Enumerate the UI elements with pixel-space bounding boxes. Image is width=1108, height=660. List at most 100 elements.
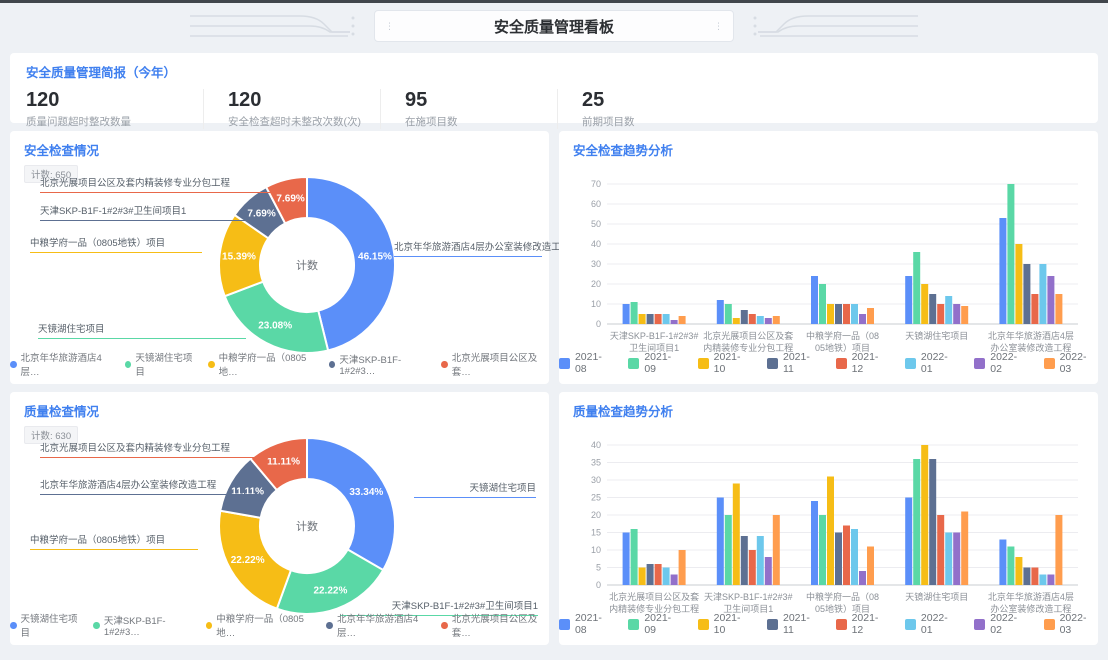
safety-pie-legend: 北京年华旅游酒店4层… 天镜湖住宅项目中粮学府一品（0805地… 天津SKP-B1F… <box>10 350 549 378</box>
bar <box>733 484 740 586</box>
legend-swatch <box>1044 358 1055 369</box>
legend-item[interactable]: 2021-11 <box>767 351 821 375</box>
kpi-label: 质量问题超时整改数量 <box>26 114 203 129</box>
bar <box>961 306 968 324</box>
legend-dot <box>441 622 448 629</box>
bar <box>867 547 874 586</box>
legend-dot <box>206 622 213 629</box>
bar <box>851 304 858 324</box>
legend-label: 天镜湖住宅项目 <box>21 611 83 639</box>
legend-item[interactable]: 2021-09 <box>628 351 682 375</box>
y-axis-tick: 0 <box>596 580 601 590</box>
legend-label: 2021-12 <box>852 351 890 375</box>
bar <box>999 540 1006 586</box>
legend-item[interactable]: 2021-10 <box>698 612 752 636</box>
summary-title: 安全质量管理简报（今年） <box>26 62 1082 81</box>
legend-item[interactable]: 2022-01 <box>905 612 959 636</box>
legend-dot <box>125 361 132 368</box>
title-deco-dots-left: ⋮ <box>385 22 394 31</box>
bar <box>631 302 638 324</box>
legend-label: 天津SKP-B1F-1#2#3… <box>339 352 430 377</box>
pie-percent-label: 23.08% <box>258 321 292 332</box>
bar <box>1055 294 1062 324</box>
kpi-value: 120 <box>26 89 203 111</box>
legend-item[interactable]: 2021-08 <box>559 612 613 636</box>
legend-item[interactable]: 2021-10 <box>698 351 752 375</box>
bar <box>623 304 630 324</box>
bar <box>773 316 780 324</box>
safety-trend-chart: 010203040506070天津SKP-B1F-1#2#3#卫生间项目1北京光… <box>573 159 1082 360</box>
kpi-label: 在施项目数 <box>405 114 557 129</box>
pie-callout-label: 中粮学府一品（0805地铁）项目 <box>30 237 202 253</box>
bar <box>741 536 748 585</box>
bar <box>647 564 654 585</box>
y-axis-tick: 60 <box>591 199 601 209</box>
panel-title: 安全检查趋势分析 <box>573 140 1084 159</box>
y-axis-tick: 15 <box>591 528 601 538</box>
legend-swatch <box>767 358 778 369</box>
legend-item[interactable]: 北京光展项目公区及套… <box>441 611 549 639</box>
bar <box>953 304 960 324</box>
y-axis-tick: 30 <box>591 259 601 269</box>
legend-item[interactable]: 2022-02 <box>974 612 1028 636</box>
legend-item[interactable]: 北京年华旅游酒店4层… <box>326 611 430 639</box>
legend-item[interactable]: 天津SKP-B1F-1#2#3… <box>329 352 430 377</box>
legend-label: 2022-03 <box>1060 351 1098 375</box>
bar <box>647 314 654 324</box>
bar <box>655 564 662 585</box>
y-axis-tick: 5 <box>596 563 601 573</box>
legend-item[interactable]: 2021-09 <box>628 612 682 636</box>
kpi-value: 25 <box>582 89 734 111</box>
safety-inspection-pie-panel: 安全检查情况 计数: 650 46.15%23.08%15.39%7.69%7.… <box>10 131 549 384</box>
legend-swatch <box>836 358 847 369</box>
legend-label: 北京光展项目公区及套… <box>452 611 549 639</box>
bar <box>671 320 678 324</box>
legend-swatch <box>767 619 778 630</box>
x-axis-label: 天镜湖住宅项目 <box>905 591 968 602</box>
legend-item[interactable]: 中粮学府一品（0805地… <box>206 611 316 639</box>
dashboard-header: ⋮ 安全质量管理看板 ⋮ <box>0 3 1108 49</box>
pie-percent-label: 7.69% <box>247 209 275 220</box>
bar <box>765 557 772 585</box>
legend-item[interactable]: 2021-08 <box>559 351 613 375</box>
bar <box>859 571 866 585</box>
legend-item[interactable]: 2022-02 <box>974 351 1028 375</box>
y-axis-tick: 40 <box>591 239 601 249</box>
bar <box>1039 264 1046 324</box>
legend-item[interactable]: 2022-03 <box>1044 351 1098 375</box>
kpi-label: 安全检查超时未整改次数(次) <box>228 114 380 129</box>
bar <box>929 459 936 585</box>
y-axis-tick: 10 <box>591 299 601 309</box>
legend-item[interactable]: 北京年华旅游酒店4层… <box>10 350 114 378</box>
pie-callout-label: 北京光展项目公区及套内精装修专业分包工程 <box>40 442 288 458</box>
kpi-value: 95 <box>405 89 557 111</box>
legend-item[interactable]: 2022-01 <box>905 351 959 375</box>
x-axis-label: 北京光展项目公区及套 <box>609 591 699 602</box>
pie-callout-label: 北京光展项目公区及套内精装修专业分包工程 <box>40 177 292 193</box>
bar <box>773 515 780 585</box>
legend-item[interactable]: 2021-11 <box>767 612 821 636</box>
bar <box>921 445 928 585</box>
legend-item[interactable]: 2021-12 <box>836 612 890 636</box>
legend-label: 2022-02 <box>990 351 1028 375</box>
y-axis-tick: 10 <box>591 545 601 555</box>
legend-item[interactable]: 中粮学府一品（0805地… <box>208 350 318 378</box>
legend-label: 2021-11 <box>783 351 821 375</box>
legend-label: 北京光展项目公区及套… <box>452 350 549 378</box>
bar <box>1015 557 1022 585</box>
bar <box>717 300 724 324</box>
title-box: ⋮ 安全质量管理看板 ⋮ <box>374 10 734 42</box>
bar <box>1039 575 1046 586</box>
pie-callout-label: 中粮学府一品（0805地铁）项目 <box>30 534 198 550</box>
circuit-decor-right <box>748 8 918 44</box>
legend-dot <box>93 622 100 629</box>
legend-item[interactable]: 天镜湖住宅项目 <box>10 611 82 639</box>
bar <box>843 304 850 324</box>
legend-item[interactable]: 天镜湖住宅项目 <box>125 350 197 378</box>
legend-item[interactable]: 天津SKP-B1F-1#2#3… <box>93 613 194 638</box>
legend-item[interactable]: 2021-12 <box>836 351 890 375</box>
quality-trend-bar-panel: 质量检查趋势分析 0510152025303540北京光展项目公区及套内精装修专… <box>559 392 1098 645</box>
bar <box>835 304 842 324</box>
legend-item[interactable]: 北京光展项目公区及套… <box>441 350 549 378</box>
legend-item[interactable]: 2022-03 <box>1044 612 1098 636</box>
